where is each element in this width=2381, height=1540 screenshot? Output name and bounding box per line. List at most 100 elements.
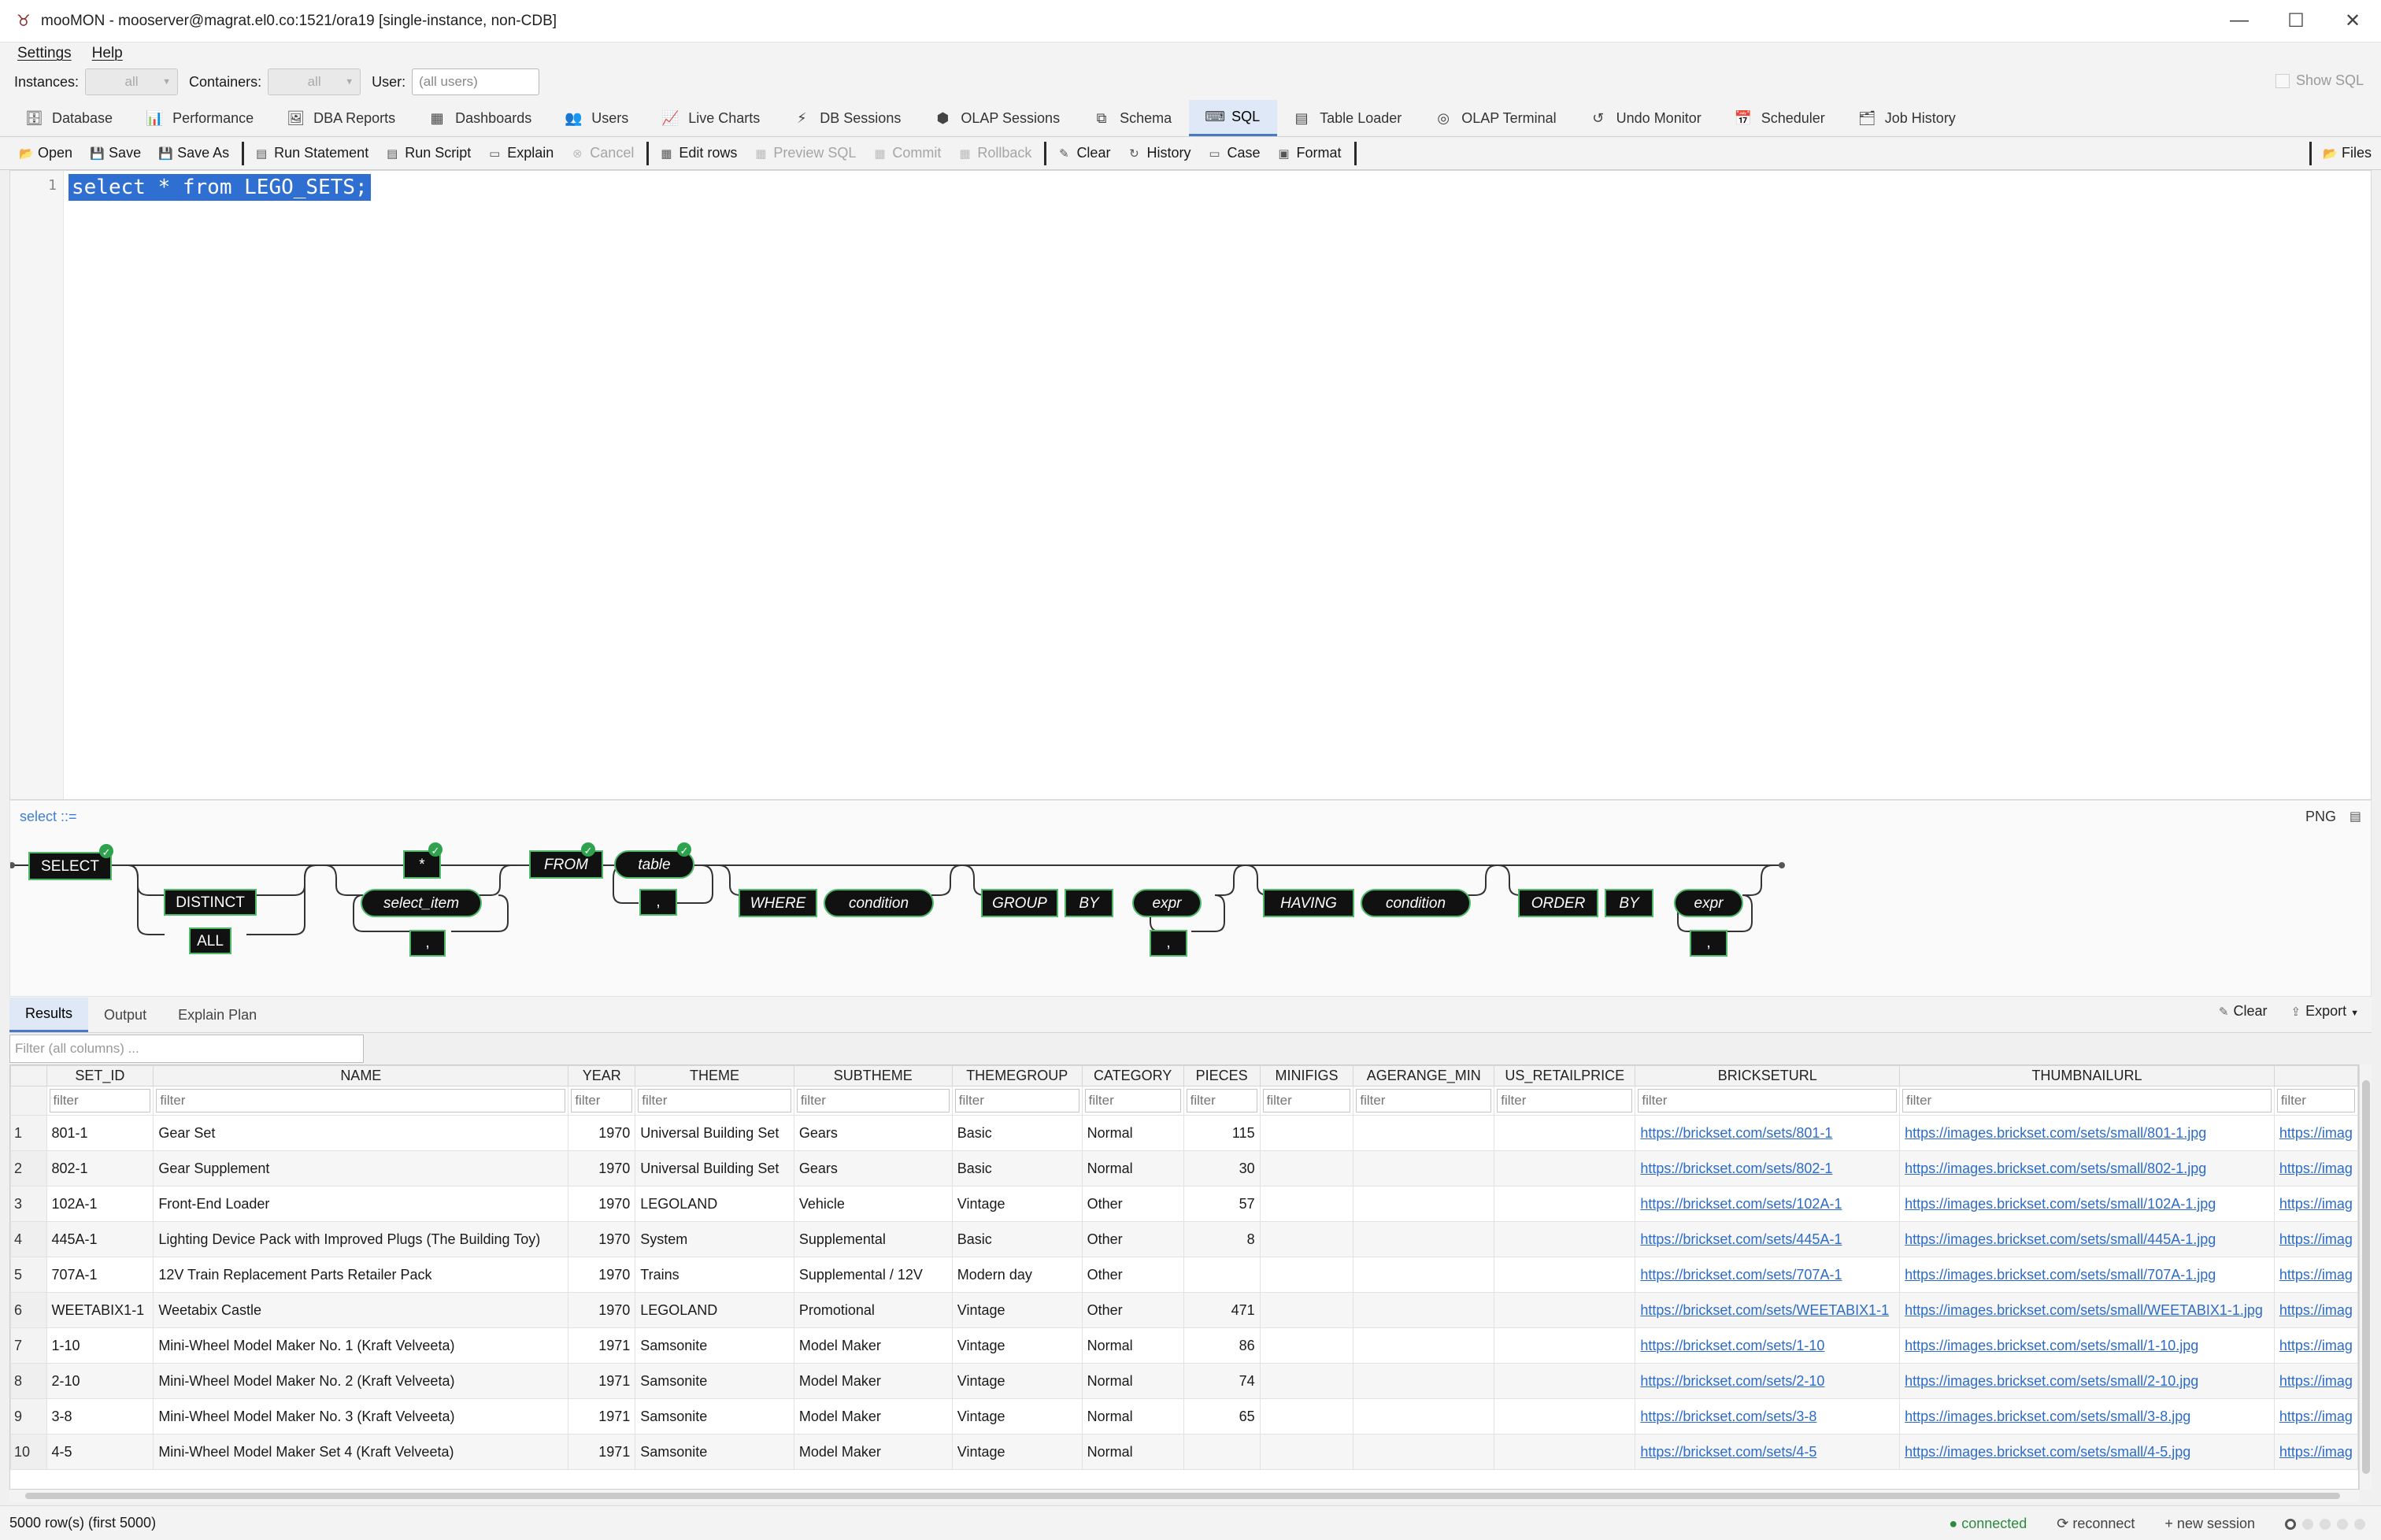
tab-olap-sessions[interactable]: ⬢ OLAP Sessions <box>918 100 1077 136</box>
url-link[interactable]: https://imag <box>2279 1409 2353 1424</box>
table-cell[interactable]: 3-8 <box>46 1398 154 1434</box>
table-cell[interactable] <box>1353 1434 1495 1470</box>
table-cell[interactable]: Weetabix Castle <box>153 1292 569 1328</box>
cancel-button[interactable]: ⊗ Cancel <box>563 138 643 169</box>
minimize-button[interactable]: — <box>2211 9 2268 32</box>
table-cell[interactable] <box>1494 1398 1636 1434</box>
files-button[interactable]: 📂 Files <box>2315 138 2381 169</box>
url-link[interactable]: https://imag <box>2279 1267 2353 1283</box>
open-button[interactable]: 📂 Open <box>11 138 82 169</box>
table-cell[interactable]: 30 <box>1183 1150 1261 1186</box>
table-cell[interactable] <box>1353 1292 1495 1328</box>
table-cell[interactable]: 102A-1 <box>46 1186 154 1222</box>
table-cell[interactable]: 12V Train Replacement Parts Retailer Pac… <box>153 1257 569 1293</box>
table-cell[interactable]: 801-1 <box>46 1115 154 1151</box>
table-cell[interactable]: 1971 <box>568 1434 636 1470</box>
table-cell[interactable]: Vintage <box>951 1327 1083 1364</box>
table-cell[interactable]: https://imag <box>2273 1115 2358 1151</box>
url-link[interactable]: https://brickset.com/sets/102A-1 <box>1640 1196 1842 1212</box>
image-icon[interactable]: ▤ <box>2350 809 2361 824</box>
filter-all-columns-input[interactable]: Filter (all columns) ... <box>9 1035 364 1063</box>
tab-users[interactable]: 👥 Users <box>549 100 646 136</box>
column-header[interactable]: SUBTHEME <box>793 1065 953 1087</box>
url-link[interactable]: https://brickset.com/sets/801-1 <box>1640 1125 1832 1141</box>
table-cell[interactable] <box>1259 1327 1354 1364</box>
table-cell[interactable]: 1970 <box>568 1186 636 1222</box>
table-cell[interactable]: Vehicle <box>793 1186 953 1222</box>
table-cell[interactable]: Model Maker <box>793 1363 953 1399</box>
table-cell[interactable]: Normal <box>1081 1115 1184 1151</box>
tab-dashboards[interactable]: ▦ Dashboards <box>413 100 549 136</box>
table-cell[interactable]: Samsonite <box>635 1434 794 1470</box>
column-header[interactable]: PIECES <box>1183 1065 1261 1087</box>
table-cell[interactable]: https://images.brickset.com/sets/small/3… <box>1899 1398 2275 1434</box>
table-cell[interactable]: https://imag <box>2273 1363 2358 1399</box>
table-row[interactable]: 2 802-1 Gear Supplement 1970 Universal Build… <box>10 1150 2358 1186</box>
table-cell[interactable]: Vintage <box>951 1363 1083 1399</box>
table-cell[interactable]: https://imag <box>2273 1257 2358 1293</box>
table-cell[interactable]: https://imag <box>2273 1398 2358 1434</box>
table-cell[interactable]: https://brickset.com/sets/707A-1 <box>1635 1257 1901 1293</box>
table-cell[interactable]: Gears <box>793 1115 953 1151</box>
table-row[interactable]: 5 707A-1 12V Train Replacement Parts Retai… <box>10 1257 2358 1293</box>
table-cell[interactable] <box>1494 1292 1636 1328</box>
table-cell[interactable] <box>1183 1434 1261 1470</box>
table-cell[interactable] <box>1259 1115 1354 1151</box>
table-row[interactable]: 4 445A-1 Lighting Device Pack with Improve… <box>10 1221 2358 1257</box>
table-cell[interactable]: Mini-Wheel Model Maker Set 4 (Kraft Velv… <box>153 1434 569 1470</box>
menu-settings[interactable]: Settings <box>17 45 72 62</box>
export-button[interactable]: ⇪ Export ▼ <box>2290 1003 2359 1020</box>
column-header[interactable]: AGERANGE_MIN <box>1353 1065 1495 1087</box>
tab-undo-monitor[interactable]: ↺ Undo Monitor <box>1574 100 1719 136</box>
table-cell[interactable]: Lighting Device Pack with Improved Plugs… <box>153 1221 569 1257</box>
new-session-button[interactable]: + new session <box>2164 1516 2255 1532</box>
table-cell[interactable]: Modern day <box>951 1257 1083 1293</box>
tab-output[interactable]: Output <box>88 998 162 1032</box>
table-cell[interactable]: https://imag <box>2273 1221 2358 1257</box>
table-cell[interactable]: 8 <box>1183 1221 1261 1257</box>
table-cell[interactable]: Mini-Wheel Model Maker No. 1 (Kraft Velv… <box>153 1327 569 1364</box>
table-cell[interactable]: Mini-Wheel Model Maker No. 2 (Kraft Velv… <box>153 1363 569 1399</box>
format-button[interactable]: ▣ Format <box>1270 138 1351 169</box>
table-cell[interactable] <box>1259 1292 1354 1328</box>
table-cell[interactable]: https://images.brickset.com/sets/small/1… <box>1899 1327 2275 1364</box>
table-cell[interactable]: Normal <box>1081 1150 1184 1186</box>
run-script-button[interactable]: ▤ Run Script <box>378 138 480 169</box>
column-filter-input[interactable] <box>638 1089 791 1112</box>
table-cell[interactable]: Basic <box>951 1221 1083 1257</box>
url-link[interactable]: https://imag <box>2279 1444 2353 1460</box>
table-cell[interactable]: Model Maker <box>793 1398 953 1434</box>
table-cell[interactable] <box>1353 1327 1495 1364</box>
url-link[interactable]: https://images.brickset.com/sets/small/8… <box>1905 1161 2206 1176</box>
url-link[interactable]: https://imag <box>2279 1231 2353 1247</box>
url-link[interactable]: https://brickset.com/sets/802-1 <box>1640 1161 1832 1176</box>
column-header[interactable]: THEMEGROUP <box>951 1065 1083 1087</box>
url-link[interactable]: https://brickset.com/sets/1-10 <box>1640 1338 1824 1353</box>
table-cell[interactable]: 1970 <box>568 1221 636 1257</box>
table-cell[interactable]: Normal <box>1081 1327 1184 1364</box>
png-export-button[interactable]: PNG <box>2305 809 2336 825</box>
tab-live-charts[interactable]: 📈 Live Charts <box>646 100 777 136</box>
results-clear-button[interactable]: ✎ Clear <box>2219 1003 2268 1020</box>
table-cell[interactable]: https://images.brickset.com/sets/small/8… <box>1899 1115 2275 1151</box>
table-cell[interactable]: 1970 <box>568 1150 636 1186</box>
tab-dba-reports[interactable]: 🖼 DBA Reports <box>271 100 413 136</box>
table-cell[interactable]: Universal Building Set <box>635 1150 794 1186</box>
column-filter-input[interactable] <box>1186 1089 1257 1112</box>
column-filter-input[interactable] <box>2276 1089 2355 1112</box>
table-cell[interactable] <box>1259 1221 1354 1257</box>
table-cell[interactable]: https://brickset.com/sets/2-10 <box>1635 1363 1901 1399</box>
table-cell[interactable]: Normal <box>1081 1434 1184 1470</box>
table-cell[interactable]: Other <box>1081 1221 1184 1257</box>
case-button[interactable]: ▭ Case <box>1200 138 1269 169</box>
close-button[interactable]: ✕ <box>2324 9 2381 32</box>
sql-code-selected[interactable]: select * from LEGO_SETS; <box>69 174 371 201</box>
table-cell[interactable]: 74 <box>1183 1363 1261 1399</box>
url-link[interactable]: https://brickset.com/sets/4-5 <box>1640 1444 1816 1460</box>
table-cell[interactable] <box>1353 1257 1495 1293</box>
horizontal-scrollbar[interactable] <box>9 1490 2359 1502</box>
column-header[interactable] <box>2273 1065 2358 1087</box>
column-filter-input[interactable] <box>796 1089 950 1112</box>
table-cell[interactable]: 1970 <box>568 1257 636 1293</box>
column-header[interactable]: YEAR <box>568 1065 636 1087</box>
